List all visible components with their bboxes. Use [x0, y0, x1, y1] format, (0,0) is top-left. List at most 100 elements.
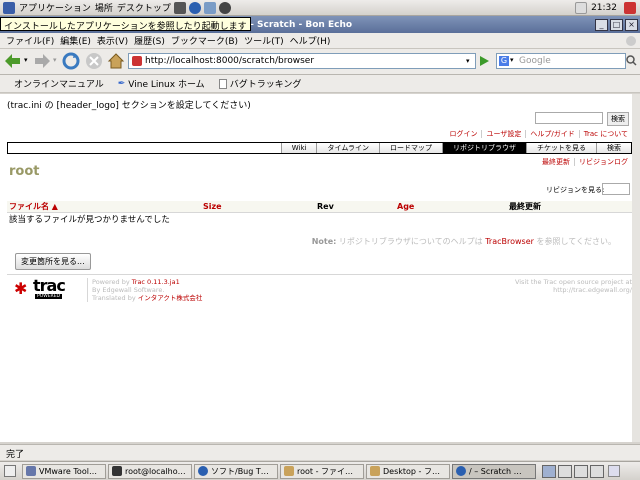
trac-browser-link[interactable]: TracBrowser: [485, 237, 534, 246]
task-file-desktop[interactable]: Desktop - フ…: [366, 463, 450, 479]
bookmark-label: Vine Linux ホーム: [128, 80, 205, 90]
applications-menu[interactable]: アプリケーション: [19, 1, 91, 14]
workspace-4[interactable]: [590, 464, 604, 478]
task-file-root[interactable]: root - ファイ…: [280, 463, 364, 479]
col-last-change: 最終更新: [507, 201, 632, 213]
tab-browser[interactable]: リポジトリブラウザ: [442, 143, 526, 153]
tab-wiki[interactable]: Wiki: [280, 143, 317, 153]
empty-message: 該当するファイルが見つかりませんでした: [9, 215, 170, 226]
url-dropdown-icon[interactable]: ▾: [466, 57, 470, 65]
reload-icon[interactable]: [62, 52, 80, 70]
trac-search-button[interactable]: 検索: [607, 112, 629, 126]
home-icon[interactable]: [107, 52, 125, 70]
task-label: root@localho…: [125, 466, 186, 476]
back-dropdown-icon[interactable]: ▾: [24, 56, 28, 64]
back-icon[interactable]: [4, 53, 22, 69]
task-firefox-bug[interactable]: ソフト/Bug T…: [194, 463, 278, 479]
workspace-3[interactable]: [574, 464, 588, 478]
settings-launcher-icon[interactable]: [218, 1, 231, 14]
vertical-scrollbar[interactable]: [632, 94, 640, 442]
menu-history[interactable]: 履歴(S): [134, 34, 165, 47]
listing-header-row: ファイル名 ▲ Size Rev Age 最終更新: [7, 201, 632, 213]
url-bar[interactable]: http://localhost:8000/scratch/browser: [128, 53, 476, 69]
revision-log-link[interactable]: リビジョンログ: [574, 158, 632, 166]
forward-icon[interactable]: [33, 53, 51, 69]
task-vmware[interactable]: VMware Tool…: [22, 463, 106, 479]
maximize-button[interactable]: □: [610, 18, 623, 31]
menu-tools[interactable]: ツール(T): [244, 34, 284, 47]
firefox-launcher-icon[interactable]: [188, 1, 201, 14]
trac-version-link[interactable]: Trac 0.11.3.ja1: [132, 278, 180, 286]
translator-link[interactable]: インタアクト株式会社: [138, 294, 203, 302]
folder-icon: [284, 466, 294, 476]
translated-text: Translated by: [92, 294, 138, 302]
workspace-2[interactable]: [558, 464, 572, 478]
bookmark-bug-tracking[interactable]: バグトラッキング: [218, 77, 302, 90]
task-label: / – Scratch …: [469, 466, 522, 476]
site-favicon-icon: [132, 56, 142, 66]
login-link[interactable]: ログイン: [445, 130, 481, 138]
bookmark-vine-home[interactable]: ✒ Vine Linux ホーム: [118, 77, 205, 91]
footer-divider: [7, 274, 632, 275]
col-size[interactable]: Size: [201, 201, 315, 213]
gnome-top-panel: アプリケーション 場所 デスクトップ 21:32: [0, 0, 640, 16]
tab-search[interactable]: 検索: [596, 143, 631, 153]
task-firefox-scratch[interactable]: / – Scratch …: [452, 463, 536, 479]
menu-file[interactable]: ファイル(F): [6, 34, 54, 47]
places-menu[interactable]: 場所: [95, 1, 113, 14]
google-engine-icon[interactable]: G: [499, 56, 509, 66]
col-name[interactable]: ファイル名 ▲: [7, 201, 201, 213]
logout-icon[interactable]: [624, 1, 636, 14]
stop-icon[interactable]: [85, 52, 103, 70]
url-text: http://localhost:8000/scratch/browser: [145, 56, 315, 66]
trac-search-input[interactable]: [535, 112, 603, 124]
foot-icon[interactable]: [3, 1, 15, 14]
search-engine-box[interactable]: G ▾ Google: [496, 53, 626, 69]
powered-text: Powered by: [92, 278, 132, 286]
desktop-menu[interactable]: デスクトップ: [117, 1, 171, 14]
firefox-icon: [198, 466, 208, 476]
about-trac-link[interactable]: Trac について: [578, 130, 632, 138]
close-button[interactable]: ×: [625, 18, 638, 31]
visit-trac: Visit the Trac open source project at ht…: [480, 278, 632, 294]
last-change-link[interactable]: 最終更新: [538, 158, 574, 166]
view-changes-button[interactable]: 変更箇所を見る...: [15, 253, 91, 270]
meta-nav: ログイン ユーザ設定 ヘルプ/ガイド Trac について: [0, 129, 632, 139]
task-terminal[interactable]: root@localho…: [108, 463, 192, 479]
directory-listing: ファイル名 ▲ Size Rev Age 最終更新 該当するファイルが見つかりま…: [7, 201, 632, 226]
search-magnifier-icon[interactable]: [626, 55, 637, 66]
col-age[interactable]: Age: [395, 201, 507, 213]
menu-help[interactable]: ヘルプ(H): [290, 34, 331, 47]
menu-edit[interactable]: 編集(E): [60, 34, 91, 47]
tab-roadmap[interactable]: ロードマップ: [379, 143, 442, 153]
tooltip: インストールしたアプリケーションを参照したり起動します: [0, 17, 251, 32]
bookmarks-toolbar: オンラインマニュアル ✒ Vine Linux ホーム バグトラッキング: [0, 75, 640, 93]
trac-project-link[interactable]: http://trac.edgewall.org/: [480, 286, 632, 294]
tab-timeline[interactable]: タイムライン: [316, 143, 379, 153]
terminal-launcher-icon[interactable]: [173, 1, 186, 14]
note-text: リポジトリブラウザについてのヘルプは: [336, 237, 486, 246]
preferences-link[interactable]: ユーザ設定: [481, 130, 526, 138]
workspace-1[interactable]: [542, 464, 556, 478]
network-icon[interactable]: [575, 1, 588, 14]
mail-launcher-icon[interactable]: [203, 1, 216, 14]
forward-dropdown-icon[interactable]: ▾: [53, 56, 57, 64]
menu-view[interactable]: 表示(V): [97, 34, 128, 47]
revision-label: リビジョンを見る:: [546, 186, 605, 194]
bookmark-label: バグトラッキング: [229, 80, 302, 90]
engine-dropdown-icon[interactable]: ▾: [510, 56, 514, 64]
help-guide-link[interactable]: ヘルプ/ガイド: [525, 130, 579, 138]
tab-view-tickets[interactable]: チケットを見る: [526, 143, 596, 153]
show-desktop-icon[interactable]: [4, 465, 16, 477]
go-icon[interactable]: [478, 54, 490, 68]
trash-icon[interactable]: [608, 465, 620, 477]
throbber-icon: [626, 35, 636, 46]
menu-bookmarks[interactable]: ブックマーク(B): [171, 34, 238, 47]
bookmark-online-manual[interactable]: オンラインマニュアル: [14, 77, 104, 90]
revision-input[interactable]: [602, 183, 630, 195]
minimize-button[interactable]: _: [595, 18, 608, 31]
col-rev: Rev: [315, 201, 395, 213]
path-title[interactable]: root: [9, 164, 40, 179]
clock[interactable]: 21:32: [591, 3, 617, 13]
trac-logo[interactable]: ✱ trac POWERED: [14, 276, 74, 300]
